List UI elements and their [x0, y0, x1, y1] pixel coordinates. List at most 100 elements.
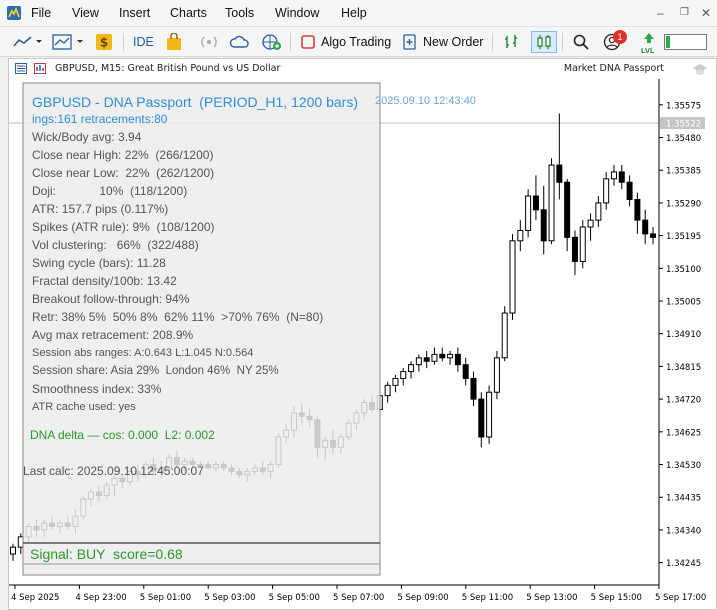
chart-bars-icon[interactable]: [34, 63, 46, 74]
price-tick-label: 1.34245: [666, 559, 701, 569]
community-button[interactable]: [261, 31, 283, 53]
candle-bull: [517, 229, 524, 242]
stat-swing-cycle: Swing cycle (bars): 11.28: [32, 256, 166, 270]
candle-bull: [509, 240, 516, 314]
stat-avg-max-retracement: Avg max retracement: 208.9%: [32, 328, 194, 342]
new-order-icon: [403, 34, 416, 50]
stat-session-abs-ranges: Session abs ranges: A:0.643 L:1.045 N:0.…: [32, 347, 254, 359]
search-icon: [573, 34, 589, 50]
time-tick-label: 5 Sep 09:00: [397, 593, 448, 603]
dna-panel-timestamp: 2025.09.10 12:43:40: [375, 95, 476, 107]
price-tick-label: 1.34910: [666, 330, 701, 340]
time-tick-label: 5 Sep 13:00: [526, 593, 577, 603]
time-tick-label: 5 Sep 03:00: [204, 593, 255, 603]
vps-button[interactable]: [229, 31, 251, 53]
price-tick-label: 1.35005: [666, 298, 701, 308]
time-tick-label: 5 Sep 15:00: [591, 593, 642, 603]
bar-chart-button[interactable]: [502, 31, 522, 53]
candle-bear: [650, 233, 656, 238]
menu-tools[interactable]: Tools: [225, 6, 254, 20]
candle-bear: [564, 181, 571, 238]
candle-bull: [595, 202, 602, 221]
candlestick-button[interactable]: [531, 31, 557, 53]
stat-fractal-density: Fractal density/100b: 13.42: [32, 274, 177, 288]
stat-retracements: Retr: 38% 5% 50% 8% 62% 11% >70% 76% (N=…: [32, 310, 324, 324]
market-button[interactable]: [166, 31, 182, 53]
candle-bear: [454, 353, 461, 366]
menu-file[interactable]: File: [31, 6, 51, 20]
price-tick-label: 1.35290: [666, 199, 701, 209]
chart-header: GBPUSD, M15: Great British Pound vs US D…: [9, 59, 716, 79]
candle-bull: [610, 171, 617, 180]
deposit-button[interactable]: $: [95, 31, 113, 53]
timeframe-button[interactable]: [52, 31, 88, 53]
menu-window[interactable]: Window: [275, 6, 319, 20]
svg-text:$: $: [100, 36, 108, 50]
candle-bull: [384, 384, 391, 397]
candle-bull: [415, 357, 422, 366]
shopping-bag-icon: [167, 33, 181, 50]
candle-bull: [408, 364, 415, 373]
globe-plus-icon: [262, 34, 281, 50]
minimize-icon[interactable]: –: [657, 6, 664, 20]
time-tick-label: 5 Sep 17:00: [655, 593, 706, 603]
candle-bull: [587, 219, 594, 228]
expert-advisor-name: Market DNA Passport: [563, 63, 664, 74]
menu-charts[interactable]: Charts: [170, 6, 207, 20]
candle-bull: [579, 226, 586, 262]
candle-bull: [493, 357, 500, 393]
level-label: LVL: [641, 46, 655, 55]
chart-window[interactable]: 1.35575 1.35480 1.35385 1.35290 1.35195 1.351…: [8, 58, 717, 610]
close-icon[interactable]: ✕: [701, 6, 711, 20]
price-tick-label: 1.34340: [666, 526, 701, 536]
menu-insert[interactable]: Insert: [119, 6, 150, 20]
last-calc: Last calc: 2025.09.10 12:45:00:07: [23, 464, 204, 478]
stat-breakout-follow-through: Breakout follow-through: 94%: [32, 292, 190, 306]
stat-smoothness-index: Smoothness index: 33%: [32, 382, 162, 396]
toolbar: $ IDE Algo Trading New Order LVL: [0, 27, 717, 57]
expert-hat-icon[interactable]: [692, 62, 708, 76]
algo-trading-button[interactable]: Algo Trading: [300, 31, 391, 53]
chart-list-icon[interactable]: [15, 63, 27, 74]
level-progress-bar: [664, 34, 707, 50]
search-button[interactable]: [572, 31, 590, 53]
chart-type-button[interactable]: [12, 31, 44, 53]
algo-trading-label: Algo Trading: [321, 35, 392, 49]
candle-bear: [642, 219, 649, 235]
stat-doji: Doji: 10% (118/1200): [32, 184, 188, 198]
stat-atr-cache: ATR cache used: yes: [32, 401, 136, 413]
price-tick-label: 1.35480: [666, 134, 701, 144]
stat-vol-clustering: Vol clustering: 66% (322/488): [32, 238, 199, 252]
toolbar-separator: [290, 33, 291, 51]
candle-bear: [423, 357, 430, 362]
metatrader-logo-icon[interactable]: [6, 5, 22, 21]
chart-title: GBPUSD, M15: Great British Pound vs US D…: [55, 63, 281, 74]
dollar-coin-icon: $: [96, 34, 112, 50]
cloud-icon: [229, 35, 249, 48]
ide-button[interactable]: IDE: [133, 31, 154, 53]
candle-bear: [462, 364, 469, 379]
menu-bar: File View Insert Charts Tools Window Hel…: [0, 0, 717, 27]
candle-bull: [501, 312, 508, 359]
candle-bull: [603, 178, 610, 204]
stat-close-near-low: Close near Low: 22% (262/1200): [32, 166, 215, 180]
menu-view[interactable]: View: [72, 6, 99, 20]
signals-button[interactable]: [199, 31, 219, 53]
candle-bear: [618, 171, 625, 183]
time-tick-label: 5 Sep 01:00: [140, 593, 191, 603]
price-tick-label: 1.34530: [666, 461, 701, 471]
toolbar-separator: [562, 33, 563, 51]
stat-spikes: Spikes (ATR rule): 9% (108/1200): [32, 220, 215, 234]
stat-atr: ATR: 157.7 pips (0.117%): [32, 202, 169, 216]
dna-panel-headline: GBPUSD - DNA Passport (PERIOD_H1, 1200 b…: [32, 94, 358, 110]
menu-help[interactable]: Help: [341, 6, 367, 20]
price-tick-label: 1.34815: [666, 363, 701, 373]
stat-session-share: Session share: Asia 29% London 46% NY 25…: [32, 365, 279, 377]
candle-bull: [10, 546, 16, 555]
restore-icon[interactable]: ❐: [680, 7, 689, 18]
candle-bear: [470, 377, 477, 400]
candle-bear: [634, 198, 641, 221]
new-order-button[interactable]: New Order: [402, 31, 483, 53]
candle-bull: [525, 195, 532, 231]
bar-chart-icon: [505, 35, 517, 48]
